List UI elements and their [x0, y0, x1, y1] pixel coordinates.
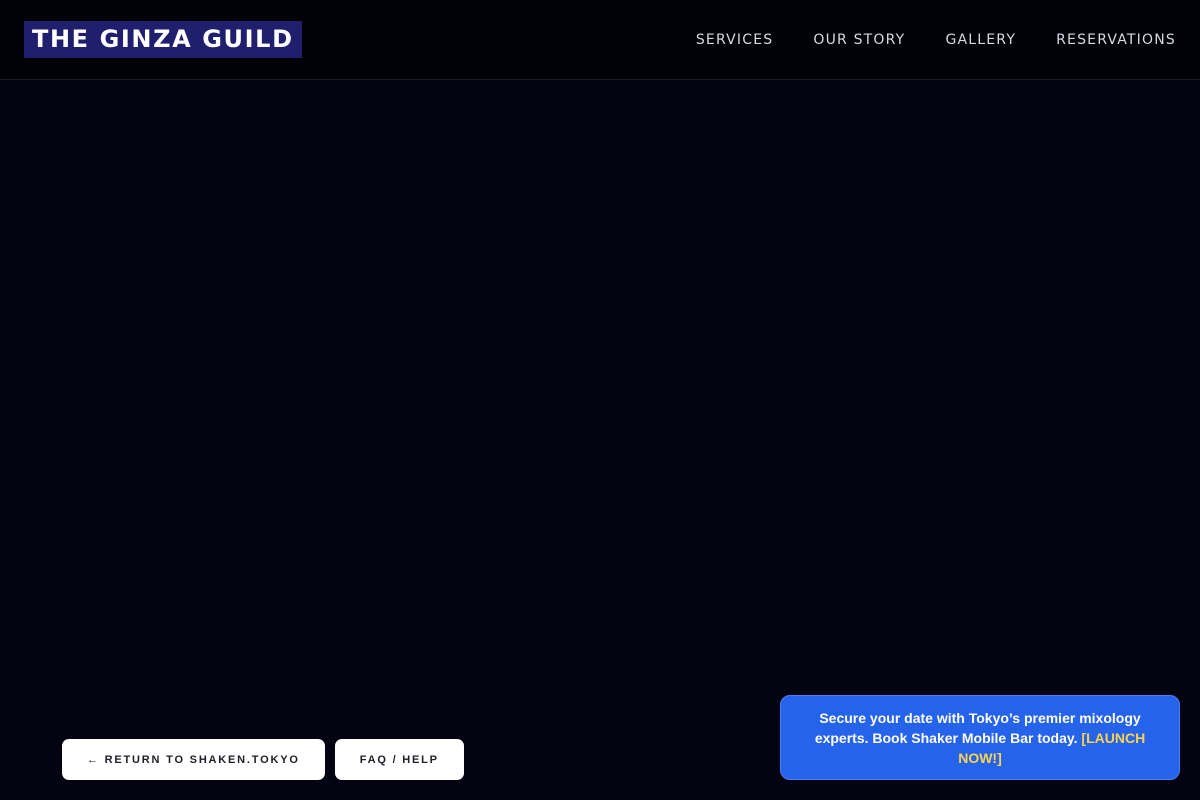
- page: THE GINZA GUILD SERVICES OUR STORY GALLE…: [0, 0, 1200, 800]
- nav-link-services[interactable]: SERVICES: [696, 32, 774, 48]
- promo-banner: Secure your date with Tokyo’s premier mi…: [780, 695, 1180, 780]
- return-to-shaken-button[interactable]: ← RETURN TO SHAKEN.TOKYO: [62, 739, 325, 780]
- nav-link-gallery[interactable]: GALLERY: [945, 32, 1016, 48]
- main-nav: SERVICES OUR STORY GALLERY RESERVATIONS: [696, 0, 1176, 80]
- faq-help-button[interactable]: FAQ / HELP: [334, 739, 464, 780]
- top-navigation-bar: THE GINZA GUILD SERVICES OUR STORY GALLE…: [0, 0, 1200, 80]
- nav-link-reservations[interactable]: RESERVATIONS: [1056, 32, 1176, 48]
- site-logo[interactable]: THE GINZA GUILD: [24, 21, 302, 58]
- footer-button-group: ← RETURN TO SHAKEN.TOKYO FAQ / HELP: [62, 739, 464, 780]
- nav-link-our-story[interactable]: OUR STORY: [813, 32, 905, 48]
